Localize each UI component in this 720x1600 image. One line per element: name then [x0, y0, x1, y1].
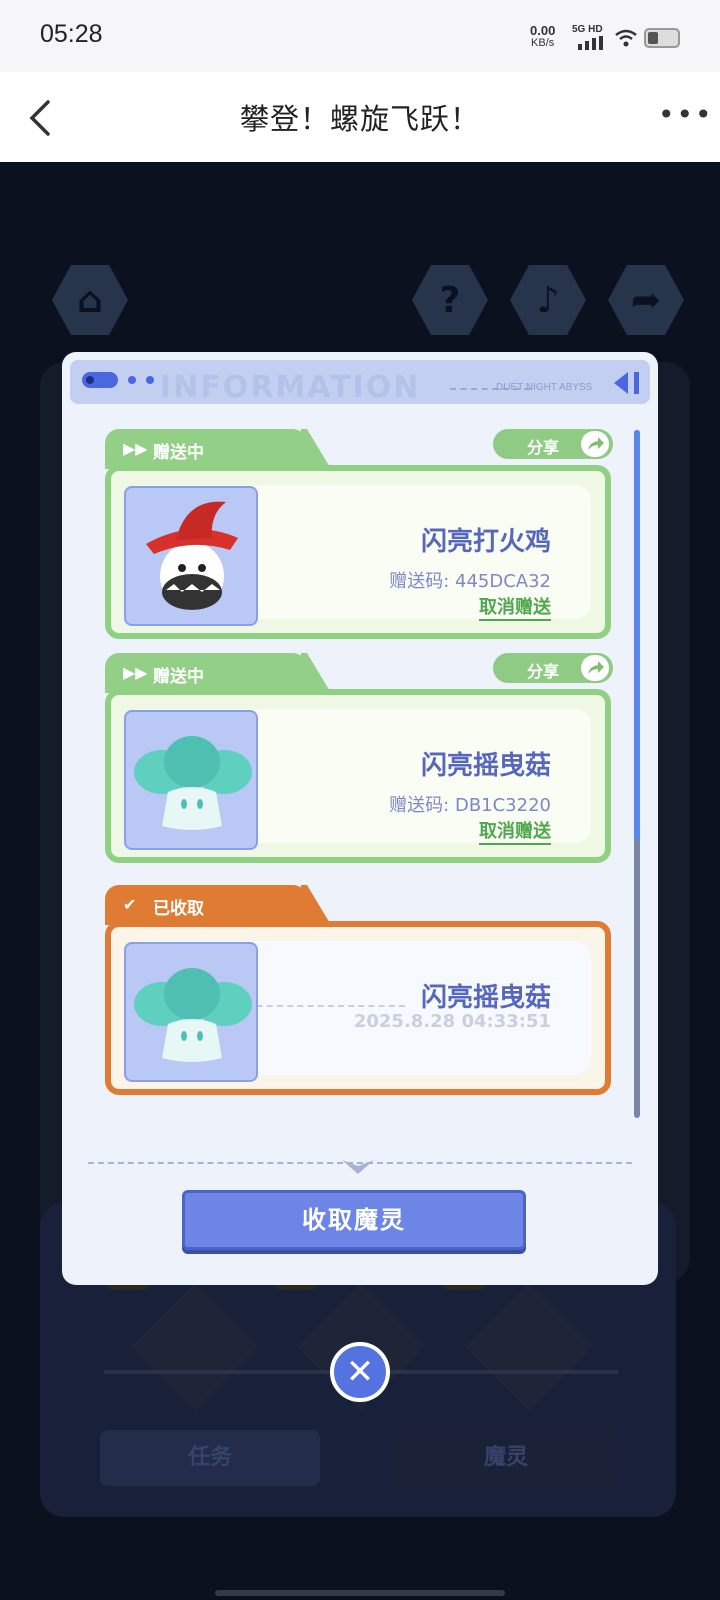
music-icon[interactable]: ♪: [510, 265, 586, 335]
network-speed: 0.00 KB/s: [530, 24, 555, 50]
gift-code: 赠送码: 445DCA32: [389, 571, 551, 592]
received-date: 2025.8.28 04:33:51: [353, 1011, 551, 1032]
status-tab: ✔ 已收取: [105, 885, 307, 925]
more-options-icon[interactable]: •••: [658, 101, 714, 129]
share-arrow-icon: [581, 431, 609, 457]
scrollbar-thumb[interactable]: [634, 430, 640, 840]
spirit-button[interactable]: 魔灵: [396, 1430, 616, 1486]
header-dot: [146, 376, 154, 384]
spirit-image-mushroom: [124, 710, 258, 850]
spirit-name: 闪亮打火鸡: [420, 527, 551, 557]
received-card: ✔ 已收取 闪亮摇曳菇 2025.8.28 04:33:51: [105, 885, 615, 1097]
status-tab: ▶▶ 赠送中: [105, 429, 307, 469]
share-button[interactable]: 分享: [493, 653, 613, 683]
share-arrow-icon: [581, 655, 609, 681]
collapse-icon[interactable]: [612, 370, 642, 396]
gift-card: ▶▶ 赠送中 分享 闪亮打火鸡 赠送码: 445DCA32 取消赠送: [105, 429, 615, 641]
spirit-name: 闪亮摇曳菇: [420, 983, 551, 1013]
status-label: 赠送中: [153, 443, 204, 463]
task-button[interactable]: 任务: [100, 1430, 320, 1486]
status-label: 赠送中: [153, 667, 204, 687]
share-button[interactable]: 分享: [493, 429, 613, 459]
signal-icon: [578, 36, 603, 50]
share-label: 分享: [527, 438, 560, 457]
gift-card: ▶▶ 赠送中 分享 闪亮摇曳菇 赠送码: DB1C3220 取消赠送: [105, 653, 615, 865]
home-icon[interactable]: ⌂: [52, 265, 128, 335]
fast-forward-icon: ▶▶: [123, 439, 148, 458]
spirit-name: 闪亮摇曳菇: [420, 751, 551, 781]
status-tab: ▶▶ 赠送中: [105, 653, 307, 693]
cancel-gift-link[interactable]: 取消赠送: [479, 597, 551, 621]
close-modal-button[interactable]: ✕: [330, 1342, 390, 1402]
help-icon[interactable]: ?: [412, 265, 488, 335]
header-dot: [128, 376, 136, 384]
header-pill-decoration: [82, 372, 118, 388]
brand-text: DUET NIGHT ABYSS: [496, 382, 593, 393]
modal-watermark: INFORMATION: [160, 370, 421, 404]
status-bar: 05:28 0.00 KB/s 5G HD: [0, 0, 720, 72]
network-speed-value: 0.00: [530, 23, 556, 38]
close-icon: ✕: [345, 1352, 375, 1392]
network-speed-unit: KB/s: [531, 37, 555, 49]
share-game-icon[interactable]: ➦: [608, 265, 684, 335]
modal-header-bar: INFORMATION DUET NIGHT ABYSS: [70, 360, 650, 404]
gift-modal: INFORMATION DUET NIGHT ABYSS ▶▶ 赠送中 分享 闪…: [62, 352, 658, 1285]
fast-forward-icon: ▶▶: [123, 663, 148, 682]
wifi-icon: [615, 29, 637, 47]
status-time: 05:28: [40, 20, 103, 48]
cancel-gift-link[interactable]: 取消赠送: [479, 821, 551, 845]
home-indicator[interactable]: [215, 1590, 505, 1596]
collect-spirit-button[interactable]: 收取魔灵: [182, 1190, 526, 1250]
status-label: 已收取: [153, 899, 204, 919]
share-label: 分享: [527, 662, 560, 681]
chevron-down-icon: [342, 1160, 374, 1174]
spirit-image-mushroom: [124, 942, 258, 1082]
battery-icon: [644, 28, 680, 48]
gift-code: 赠送码: DB1C3220: [389, 795, 551, 816]
spirit-image-firechicken: [124, 486, 258, 626]
page-title: 攀登！螺旋飞跃！: [239, 102, 480, 136]
checkmark-icon: ✔: [123, 895, 137, 914]
network-type: 5G HD: [572, 24, 603, 35]
app-header: 攀登！螺旋飞跃！ •••: [0, 72, 720, 162]
